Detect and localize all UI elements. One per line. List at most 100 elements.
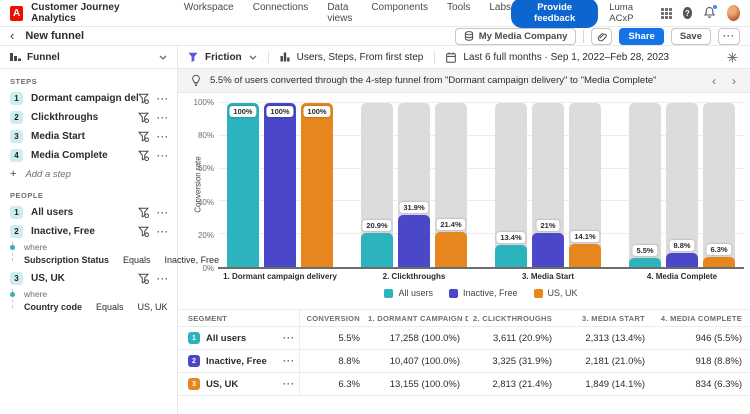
where-value[interactable]: US, UK [138,302,168,312]
more-icon[interactable]: ··· [157,227,169,237]
bar-all-users[interactable]: 5.5% [629,103,661,267]
bar-us-uk[interactable]: 6.3% [703,103,735,267]
more-icon[interactable]: ··· [157,132,169,142]
adobe-logo-icon[interactable]: A [10,6,23,21]
step-row[interactable]: 3 Media Start ··· [0,127,177,146]
bar-us-uk[interactable]: 100% [301,103,333,267]
more-icon[interactable]: ··· [157,151,169,161]
more-icon[interactable]: ··· [283,356,295,366]
bar-value-label: 13.4% [496,232,525,243]
bar-value-label: 5.5% [632,245,657,256]
table-header-cell[interactable]: SEGMENT [178,310,300,326]
nav-item-components[interactable]: Components [371,2,428,24]
data-view-selector-button[interactable]: My Media Company [455,28,577,45]
more-icon[interactable]: ··· [157,274,169,284]
segment-cell[interactable]: 1All users··· [178,327,300,349]
get-link-button[interactable] [591,28,612,45]
legend-item[interactable]: All users [384,288,433,298]
table-header-cell[interactable]: CONVERSION [300,314,368,323]
add-step-button[interactable]: + Add a step [0,165,177,183]
filter-funnel-icon[interactable] [138,131,149,142]
people-row[interactable]: 3 US, UK ··· [0,269,177,288]
bar-all-users[interactable]: 20.9% [361,103,393,267]
more-icon[interactable]: ··· [283,379,295,389]
segment-cell[interactable]: 3US, UK··· [178,373,300,395]
bar-value-label: 21.4% [436,219,465,230]
save-button[interactable]: Save [671,28,711,45]
table-header-cell[interactable]: 3. MEDIA START [560,314,653,323]
more-icon[interactable]: ··· [157,113,169,123]
table-row: 1All users···5.5%17,258 (100.0%)3,611 (2… [178,327,750,350]
table-cell: 3,325 (31.9%) [468,356,560,367]
notifications-bell-icon[interactable] [703,6,716,20]
where-field[interactable]: Country code [24,302,82,312]
nav-item-tools[interactable]: Tools [447,2,470,24]
date-range-selector[interactable]: Last 6 full months · Sep 1, 2022–Feb 28,… [463,52,669,63]
back-icon[interactable]: ‹ [10,29,14,42]
y-tick-label: 80% [198,131,214,140]
people-number-badge: 3 [10,272,23,285]
more-icon[interactable]: ··· [157,94,169,104]
x-axis-labels: 1. Dormant campaign delivery 2. Clickthro… [218,272,744,281]
nav-item-connections[interactable]: Connections [253,2,309,24]
bar-all-users[interactable]: 100% [227,103,259,267]
bar-fill [301,103,333,267]
divider [434,51,435,64]
filter-funnel-icon[interactable] [138,112,149,123]
bar-inactive-free[interactable]: 21% [532,103,564,267]
table-header-cell[interactable]: 2. CLICKTHROUGHS [468,314,560,323]
where-operator[interactable]: Equals [96,302,124,312]
help-icon[interactable]: ? [683,7,693,19]
table-cell: 3,611 (20.9%) [468,333,560,344]
bar-group: 5.5% 8.8%6.3% [622,103,742,267]
step-row[interactable]: 1 Dormant campaign delivery ··· [0,89,177,108]
bar-us-uk[interactable]: 14.1% [569,103,601,267]
where-field[interactable]: Subscription Status [24,255,109,265]
share-button[interactable]: Share [619,28,663,45]
filter-funnel-icon[interactable] [138,93,149,104]
more-icon[interactable]: ··· [157,208,169,218]
table-header-cell[interactable]: 1. DORMANT CAMPAIGN DELI... [368,314,468,323]
filter-funnel-icon[interactable] [138,273,149,284]
step-row[interactable]: 2 Clickthroughs ··· [0,108,177,127]
bar-inactive-free[interactable]: 31.9% [398,103,430,267]
funnel-config-selector[interactable]: Users, Steps, From first step [297,52,424,63]
table-cell: 946 (5.5%) [653,333,750,344]
more-icon[interactable]: ··· [283,333,295,343]
x-axis-label: 2. Clickthroughs [354,272,474,281]
insight-prev-icon[interactable]: ‹ [712,75,716,87]
nav-item-labs[interactable]: Labs [489,2,511,24]
nav-item-workspace[interactable]: Workspace [184,2,234,24]
metric-selector[interactable]: Friction [205,52,242,63]
table-cell: 8.8% [300,356,368,367]
segment-cell[interactable]: 2Inactive, Free··· [178,350,300,372]
filter-funnel-icon[interactable] [138,207,149,218]
x-axis-label: 1. Dormant campaign delivery [220,272,340,281]
bar-track [569,103,601,267]
people-row[interactable]: 2 Inactive, Free ··· [0,222,177,241]
user-avatar[interactable] [727,5,740,21]
legend-item[interactable]: Inactive, Free [449,288,518,298]
provide-feedback-button[interactable]: Provide feedback [511,0,598,28]
legend-item[interactable]: US, UK [534,288,578,298]
table-cell: 17,258 (100.0%) [368,333,468,344]
more-actions-button[interactable]: ··· [718,28,740,45]
step-row[interactable]: 4 Media Complete ··· [0,146,177,165]
table-header-cell[interactable]: 4. MEDIA COMPLETE [653,314,750,323]
app-switcher-icon[interactable] [661,8,672,19]
org-label[interactable]: Luma ACxP [609,2,649,24]
filter-funnel-icon[interactable] [138,150,149,161]
nav-item-data-views[interactable]: Data views [327,2,352,24]
bar-all-users[interactable]: 13.4% [495,103,527,267]
chart-settings-icon[interactable] [727,52,738,63]
insight-next-icon[interactable]: › [732,75,736,87]
bar-inactive-free[interactable]: 8.8% [666,103,698,267]
bar-us-uk[interactable]: 21.4% [435,103,467,267]
app-title: Customer Journey Analytics [31,2,150,24]
visualization-selector[interactable]: Funnel [0,46,177,69]
bar-inactive-free[interactable]: 100% [264,103,296,267]
people-row[interactable]: 1 All users ··· [0,203,177,222]
where-clause: where Subscription Status Equals Inactiv… [24,242,169,265]
filter-funnel-icon[interactable] [138,226,149,237]
where-operator[interactable]: Equals [123,255,151,265]
